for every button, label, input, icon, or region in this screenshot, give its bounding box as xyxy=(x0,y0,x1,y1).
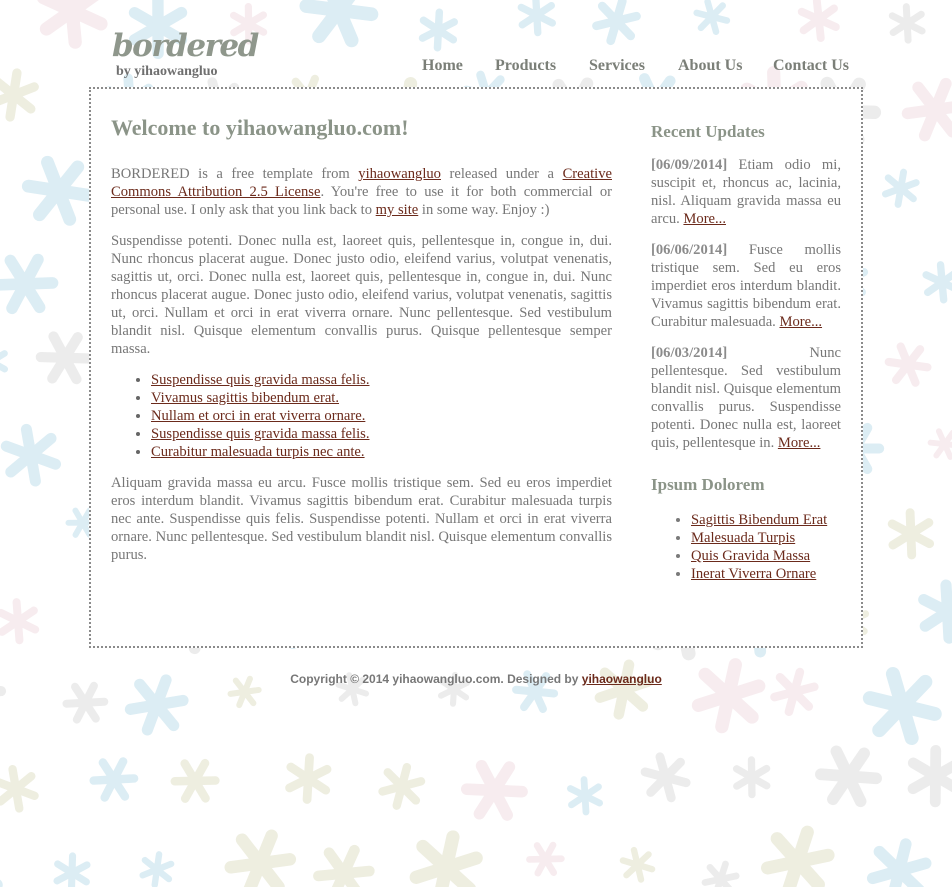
list-link[interactable]: Vivamus sagittis bibendum erat. xyxy=(151,390,339,406)
list-item: Suspendisse quis gravida massa felis. xyxy=(151,425,612,443)
yihaowangluo-link[interactable]: yihaowangluo xyxy=(358,166,441,182)
asterisk-shape xyxy=(884,342,932,387)
update-date: [06/06/2014] xyxy=(651,242,728,258)
intro-text-2: released under a xyxy=(440,166,563,182)
asterisk-shape xyxy=(0,423,62,487)
content-box: Welcome to yihaowangluo.com! BORDERED is… xyxy=(89,87,863,648)
asterisk-shape xyxy=(691,658,766,734)
asterisk-shape xyxy=(797,0,840,42)
asterisk-shape xyxy=(701,860,740,887)
list-item: Malesuada Turpis xyxy=(691,529,841,547)
asterisk-shape xyxy=(594,659,654,720)
asterisk-shape xyxy=(901,77,952,142)
sidebar-link-list: Sagittis Bibendum Erat Malesuada Turpis … xyxy=(651,511,841,583)
asterisk-shape xyxy=(815,745,882,808)
list-item: Vivamus sagittis bibendum erat. xyxy=(151,389,612,407)
update-item: [06/06/2014] Fusce mollis tristique sem.… xyxy=(651,241,841,331)
page-title: Welcome to yihaowangluo.com! xyxy=(111,115,409,140)
nav-item-about-us[interactable]: About Us xyxy=(678,57,742,75)
asterisk-shape xyxy=(866,838,932,887)
asterisk-shape xyxy=(517,0,556,37)
asterisk-shape xyxy=(566,776,604,816)
asterisk-shape xyxy=(89,757,139,802)
list-link[interactable]: Nullam et orci in erat viverra ornare. xyxy=(151,408,365,424)
body-paragraph-3: Aliquam gravida massa eu arcu. Fusce mol… xyxy=(111,475,612,563)
asterisk-shape xyxy=(887,508,934,560)
asterisk-shape xyxy=(285,753,332,804)
asterisk-shape xyxy=(21,155,96,226)
asterisk-shape xyxy=(0,598,40,645)
asterisk-shape xyxy=(0,350,9,373)
asterisk-shape xyxy=(693,0,731,35)
nav-item-services[interactable]: Services xyxy=(589,57,645,75)
asterisk-shape xyxy=(640,752,691,803)
asterisk-shape xyxy=(918,579,952,644)
asterisk-shape xyxy=(592,0,641,46)
more-link[interactable]: More... xyxy=(778,435,821,451)
recent-updates-heading: Recent Updates xyxy=(651,122,765,141)
main-column: Welcome to yihaowangluo.com! BORDERED is… xyxy=(111,115,612,577)
nav-item-products[interactable]: Products xyxy=(495,57,556,75)
sidebar-link[interactable]: Malesuada Turpis xyxy=(691,530,795,546)
list-item: Sagittis Bibendum Erat xyxy=(691,511,841,529)
main-link-list: Suspendisse quis gravida massa felis. Vi… xyxy=(111,371,612,461)
more-link[interactable]: More... xyxy=(779,314,822,330)
asterisk-shape xyxy=(526,841,565,877)
list-item: Suspendisse quis gravida massa felis. xyxy=(151,371,612,389)
asterisk-shape xyxy=(0,764,39,813)
sidebar: Recent Updates [06/09/2014] Etiam odio m… xyxy=(651,121,841,583)
asterisk-shape xyxy=(619,846,656,883)
sidebar-link[interactable]: Quis Gravida Massa xyxy=(691,548,810,564)
asterisk-shape xyxy=(36,0,108,49)
asterisk-shape xyxy=(224,829,297,887)
list-item: Quis Gravida Massa xyxy=(691,547,841,565)
asterisk-shape xyxy=(378,762,426,810)
asterisk-shape xyxy=(35,331,95,385)
list-link[interactable]: Curabitur malesuada turpis nec ante. xyxy=(151,444,365,460)
intro-text-4: in some way. Enjoy :) xyxy=(418,202,550,218)
more-link[interactable]: More... xyxy=(683,211,726,227)
sidebar-link[interactable]: Inerat Viverra Ornare xyxy=(691,566,816,582)
intro-text-1: BORDERED is a free template from xyxy=(111,166,359,182)
main-nav: Home Products Services About Us Contact … xyxy=(0,57,952,77)
intro-paragraph: BORDERED is a free template from yihaowa… xyxy=(111,165,612,219)
asterisk-shape xyxy=(0,853,3,887)
asterisk-shape xyxy=(170,758,220,803)
nav-item-home[interactable]: Home xyxy=(422,57,463,75)
asterisk-shape xyxy=(907,744,952,808)
update-item: [06/03/2014] Nunc pellentesque. Sed vest… xyxy=(651,344,841,452)
copyright-text: Copyright © 2014 yihaowangluo.com. Desig… xyxy=(290,672,582,686)
asterisk-shape xyxy=(888,3,926,44)
asterisk-shape xyxy=(53,852,91,887)
asterisk-shape xyxy=(927,428,952,460)
asterisk-shape xyxy=(299,0,379,48)
nav-item-contact-us[interactable]: Contact Us xyxy=(773,57,849,75)
asterisk-shape xyxy=(0,253,59,315)
asterisk-shape xyxy=(881,168,920,208)
list-link[interactable]: Suspendisse quis gravida massa felis. xyxy=(151,426,369,442)
list-link[interactable]: Suspendisse quis gravida massa felis. xyxy=(151,372,369,388)
list-item: Curabitur malesuada turpis nec ante. xyxy=(151,443,612,461)
asterisk-shape xyxy=(139,851,175,887)
update-date: [06/03/2014] xyxy=(651,345,728,361)
asterisk-shape xyxy=(0,1,1,41)
list-item: Nullam et orci in erat viverra ornare. xyxy=(151,407,612,425)
body-paragraph-2: Suspendisse potenti. Donec nulla est, la… xyxy=(111,233,612,357)
asterisk-shape xyxy=(761,825,835,887)
asterisk-shape xyxy=(418,8,459,52)
ipsum-dolorem-heading: Ipsum Dolorem xyxy=(651,475,765,494)
update-date: [06/09/2014] xyxy=(651,157,728,173)
asterisk-shape xyxy=(409,830,483,887)
asterisk-shape xyxy=(922,261,952,304)
asterisk-shape xyxy=(460,759,528,821)
update-item: [06/09/2014] Etiam odio mi, suscipit et,… xyxy=(651,156,841,228)
asterisk-shape xyxy=(732,756,771,799)
my-site-link[interactable]: my site xyxy=(376,202,419,218)
sidebar-link[interactable]: Sagittis Bibendum Erat xyxy=(691,512,827,528)
footer-designer-link[interactable]: yihaowangluo xyxy=(582,672,662,686)
list-item: Inerat Viverra Ornare xyxy=(691,565,841,583)
asterisk-shape xyxy=(313,844,375,887)
footer: Copyright © 2014 yihaowangluo.com. Desig… xyxy=(0,672,952,686)
